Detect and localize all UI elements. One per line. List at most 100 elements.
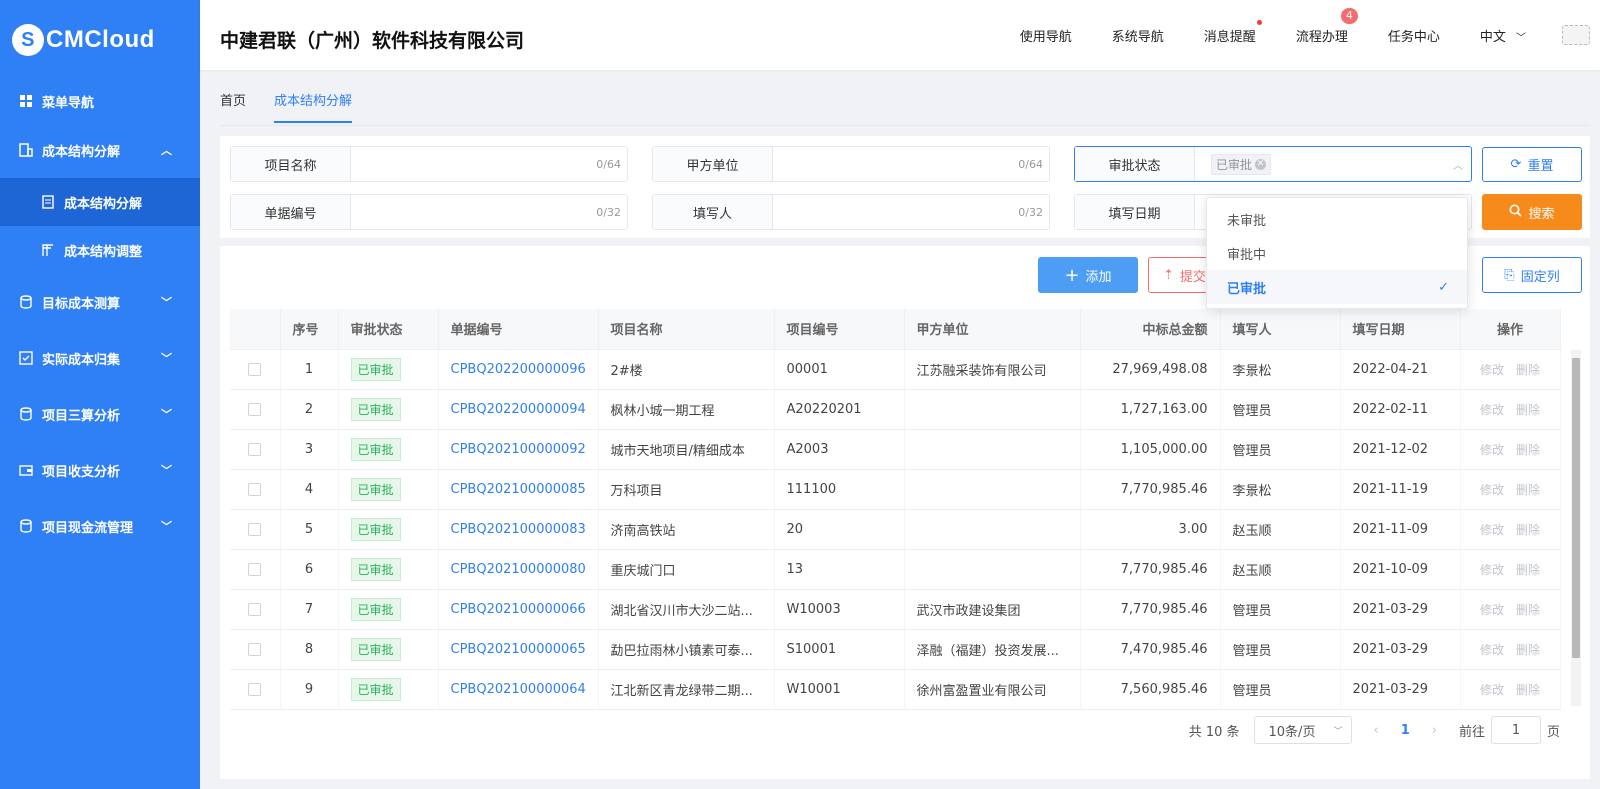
sidebar-item-actual-cost[interactable]: 实际成本归集 ﹀: [0, 330, 200, 386]
doc-code-link[interactable]: CPBQ202100000092: [451, 442, 586, 457]
sidebar-item-cashflow[interactable]: 项目现金流管理 ﹀: [0, 498, 200, 554]
cell-amount: 7,470,985.46: [1080, 629, 1221, 670]
cell-date: 2022-04-21: [1340, 349, 1461, 390]
edit-button[interactable]: 修改: [1480, 523, 1504, 537]
sidebar-item-income-expense[interactable]: 项目收支分析 ﹀: [0, 442, 200, 498]
nav-workflow[interactable]: 流程办理 4: [1296, 7, 1358, 45]
edit-button[interactable]: 修改: [1480, 483, 1504, 497]
nav-system-nav[interactable]: 系统导航: [1112, 26, 1164, 45]
cell-code: CPBQ202200000096: [438, 349, 599, 390]
sidebar-item-menu-nav[interactable]: 菜单导航: [0, 80, 200, 122]
filler-input[interactable]: 0/32: [773, 195, 1049, 229]
doc-code-link[interactable]: CPBQ202100000064: [451, 682, 586, 697]
delete-button[interactable]: 删除: [1516, 523, 1540, 537]
field-label: 填写人: [653, 195, 773, 229]
party-a-input[interactable]: 0/64: [773, 147, 1049, 181]
row-checkbox[interactable]: [248, 522, 262, 536]
delete-button[interactable]: 删除: [1516, 643, 1540, 657]
row-checkbox[interactable]: [248, 442, 262, 456]
scrollbar-thumb[interactable]: [1572, 358, 1580, 658]
sidebar-item-target-cost[interactable]: 目标成本测算 ﹀: [0, 274, 200, 330]
row-checkbox-cell: [230, 589, 281, 630]
goto-page-input[interactable]: 1: [1490, 716, 1541, 744]
dropdown-option-in-review[interactable]: 审批中: [1207, 236, 1467, 270]
cell-status: 已审批: [338, 669, 439, 710]
tab-home[interactable]: 首页: [220, 90, 246, 123]
delete-button[interactable]: 删除: [1516, 443, 1540, 457]
search-icon: [1509, 204, 1523, 221]
row-checkbox[interactable]: [248, 602, 262, 616]
delete-button[interactable]: 删除: [1516, 603, 1540, 617]
edit-button[interactable]: 修改: [1480, 643, 1504, 657]
edit-button[interactable]: 修改: [1480, 603, 1504, 617]
page-size-select[interactable]: 10条/页 ﹀: [1253, 716, 1352, 744]
edit-button[interactable]: 修改: [1480, 683, 1504, 697]
logo[interactable]: S CMCloud: [0, 0, 200, 80]
doc-code-link[interactable]: CPBQ202100000085: [451, 482, 586, 497]
doc-code-link[interactable]: CPBQ202100000065: [451, 642, 586, 657]
row-checkbox[interactable]: [248, 362, 262, 376]
edit-button[interactable]: 修改: [1480, 443, 1504, 457]
filler-field: 填写人 0/32: [652, 194, 1050, 230]
doc-code-link[interactable]: CPBQ202200000094: [451, 402, 586, 417]
edit-button[interactable]: 修改: [1480, 563, 1504, 577]
sidebar-item-cost-structure[interactable]: 成本结构分解 ︿: [0, 122, 200, 178]
cell-amount: 7,560,985.46: [1080, 669, 1221, 710]
doc-code-link[interactable]: CPBQ202200000096: [451, 362, 586, 377]
cell-date: 2021-03-29: [1340, 669, 1461, 710]
delete-button[interactable]: 删除: [1516, 483, 1540, 497]
dropdown-option-approved[interactable]: 已审批 ✓: [1207, 270, 1467, 304]
selected-tag: 已审批 ✕: [1211, 153, 1272, 175]
prev-page-button[interactable]: ‹: [1374, 723, 1379, 738]
table-scrollbar[interactable]: [1571, 350, 1581, 706]
sidebar-item-label: 菜单导航: [42, 95, 95, 111]
delete-button[interactable]: 删除: [1516, 363, 1540, 377]
row-checkbox[interactable]: [248, 482, 262, 496]
status-select[interactable]: 已审批 ✕ ︿: [1195, 147, 1471, 181]
reset-button[interactable]: ⟳ 重置: [1482, 147, 1582, 182]
row-checkbox[interactable]: [248, 402, 262, 416]
tab-cost-breakdown[interactable]: 成本结构分解: [274, 90, 353, 123]
page-size-label: 10条/页: [1268, 724, 1316, 740]
header-party: 甲方单位: [904, 309, 1081, 350]
sidebar-subitem-cost-adjust[interactable]: 成本结构调整: [0, 226, 200, 274]
current-page[interactable]: 1: [1401, 723, 1410, 738]
cell-filler: 管理员: [1220, 669, 1341, 710]
row-checkbox[interactable]: [248, 562, 262, 576]
header-no: 序号: [280, 309, 339, 350]
dropdown-option-unapproved[interactable]: 未审批: [1207, 202, 1467, 236]
nav-messages[interactable]: 消息提醒: [1204, 19, 1262, 45]
paperclip-icon: ⎘: [1504, 267, 1515, 283]
char-counter: 0/64: [1018, 157, 1043, 171]
selected-tag-label: 已审批: [1216, 157, 1253, 172]
doc-no-field: 单据编号 0/32: [230, 194, 628, 230]
project-name-input[interactable]: 0/64: [351, 147, 627, 181]
nav-usage-guide[interactable]: 使用导航: [1020, 26, 1072, 45]
next-page-button[interactable]: ›: [1432, 723, 1437, 738]
doc-code-link[interactable]: CPBQ202100000066: [451, 602, 586, 617]
avatar[interactable]: [1562, 25, 1590, 45]
doc-code-link[interactable]: CPBQ202100000080: [451, 562, 586, 577]
search-button[interactable]: 搜索: [1482, 194, 1582, 230]
tag-close-icon[interactable]: ✕: [1255, 158, 1267, 170]
row-checkbox[interactable]: [248, 682, 262, 696]
language-select[interactable]: 中文 ﹀: [1480, 26, 1526, 45]
row-checkbox-cell: [230, 509, 281, 550]
delete-button[interactable]: 删除: [1516, 403, 1540, 417]
row-checkbox[interactable]: [248, 642, 262, 656]
edit-button[interactable]: 修改: [1480, 363, 1504, 377]
sidebar-subitem-cost-breakdown[interactable]: 成本结构分解: [0, 178, 200, 226]
edit-button[interactable]: 修改: [1480, 403, 1504, 417]
delete-button[interactable]: 删除: [1516, 683, 1540, 697]
add-button[interactable]: + 添加: [1038, 257, 1138, 293]
doc-code-link[interactable]: CPBQ202100000083: [451, 522, 586, 537]
table-row: 8 已审批 CPBQ202100000065 勐巴拉雨林小镇素可泰... S10001 泽…: [230, 629, 1561, 670]
cell-status: 已审批: [338, 429, 439, 470]
document-icon: [40, 194, 56, 210]
nav-task-center[interactable]: 任务中心: [1388, 26, 1440, 45]
doc-no-input[interactable]: 0/32: [351, 195, 627, 229]
delete-button[interactable]: 删除: [1516, 563, 1540, 577]
plus-icon: +: [1064, 264, 1080, 286]
sidebar-item-three-calc[interactable]: 项目三算分析 ﹀: [0, 386, 200, 442]
fixed-columns-button[interactable]: ⎘ 固定列: [1482, 257, 1582, 293]
